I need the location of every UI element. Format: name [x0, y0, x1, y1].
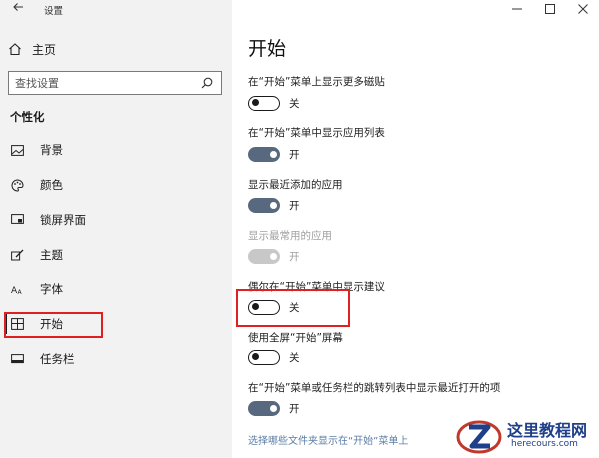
search-input[interactable]	[15, 76, 185, 90]
toggle-knob	[269, 404, 277, 412]
app-title: 设置	[44, 6, 64, 17]
setting-label: 显示最常用的应用	[248, 230, 332, 242]
sidebar-item-label: 颜色	[40, 178, 63, 192]
brush-icon	[10, 248, 24, 262]
setting-toggle-row[interactable]: 关	[248, 348, 300, 366]
home-icon	[9, 43, 21, 56]
window-controls	[499, 0, 599, 20]
setting-toggle-row[interactable]: 开	[248, 399, 300, 417]
toggle-state: 关	[289, 97, 300, 110]
minimize-button[interactable]	[500, 0, 533, 18]
minimize-icon	[511, 8, 522, 10]
toggle-knob	[269, 252, 277, 260]
toggle-switch[interactable]	[248, 400, 280, 416]
sidebar-item-label: 任务栏	[40, 352, 75, 366]
toggle-knob	[269, 201, 277, 209]
page-title: 开始	[248, 38, 287, 60]
toggle-knob	[252, 353, 259, 360]
toggle-switch[interactable]	[248, 95, 280, 111]
setting-label: 在“开始”菜单上显示更多磁贴	[248, 76, 385, 88]
watermark: 这里教程网 herecours.com	[455, 414, 599, 458]
highlight-box-suggestions	[236, 289, 350, 327]
titlebar-left: 设置	[0, 0, 232, 20]
highlight-box-start	[4, 312, 103, 338]
setting-toggle-row[interactable]: 开	[248, 196, 300, 214]
toggle-state: 开	[289, 199, 300, 212]
font-icon: AA	[10, 282, 24, 296]
svg-text:A: A	[17, 289, 22, 295]
toggle-switch[interactable]	[248, 197, 280, 213]
toggle-knob	[252, 99, 259, 106]
toggle-state: 开	[289, 250, 300, 263]
palette-icon	[10, 178, 24, 192]
nav-home-label: 主页	[32, 42, 57, 57]
setting-label: 显示最近添加的应用	[248, 179, 343, 191]
close-icon	[577, 4, 588, 14]
search-icon[interactable]	[201, 77, 213, 89]
back-arrow-icon	[13, 3, 23, 11]
picture-icon	[10, 143, 24, 157]
sidebar-item-colors[interactable]: 颜色	[6, 172, 216, 198]
sidebar-item-label: 主题	[40, 248, 63, 262]
setting-label: 在“开始”菜单中显示应用列表	[248, 127, 385, 139]
toggle-state: 开	[289, 402, 300, 415]
sidebar-item-label: 字体	[40, 282, 63, 296]
sidebar-item-lock-screen[interactable]: 锁屏界面	[6, 207, 216, 233]
maximize-icon	[544, 4, 555, 14]
sidebar-item-fonts[interactable]: AA 字体	[6, 276, 216, 302]
setting-toggle-row[interactable]: 开	[248, 145, 300, 163]
toggle-switch	[248, 248, 280, 264]
sidebar-item-themes[interactable]: 主题	[6, 242, 216, 268]
lock-screen-icon	[10, 213, 24, 227]
sidebar-item-taskbar[interactable]: 任务栏	[6, 346, 216, 372]
toggle-state: 开	[289, 148, 300, 161]
taskbar-icon	[10, 352, 24, 366]
section-title: 个性化	[10, 110, 45, 124]
setting-label: 使用全屏“开始”屏幕	[248, 332, 343, 344]
toggle-knob	[269, 150, 277, 158]
sidebar-item-label: 锁屏界面	[40, 213, 86, 227]
setting-label: 在“开始”菜单或任务栏的跳转列表中显示最近打开的项	[248, 382, 501, 394]
sidebar-item-label: 背景	[40, 143, 63, 157]
nav-home[interactable]: 主页	[8, 38, 208, 60]
maximize-button[interactable]	[533, 0, 566, 18]
setting-toggle-row: 开	[248, 247, 300, 265]
watermark-title: 这里教程网	[507, 421, 588, 440]
watermark-logo-icon	[456, 420, 502, 454]
close-button[interactable]	[566, 0, 599, 18]
choose-folders-link[interactable]: 选择哪些文件夹显示在“开始”菜单上	[248, 432, 408, 447]
toggle-switch[interactable]	[248, 349, 280, 365]
toggle-switch[interactable]	[248, 146, 280, 162]
toggle-state: 关	[289, 351, 300, 364]
setting-toggle-row[interactable]: 关	[248, 94, 300, 112]
sidebar: 设置 主页 个性化 背景 颜色 锁屏界面	[0, 0, 232, 458]
sidebar-item-background[interactable]: 背景	[6, 137, 216, 163]
back-button[interactable]	[10, 1, 26, 17]
watermark-url: herecours.com	[511, 439, 578, 449]
main-panel: 开始 在“开始”菜单上显示更多磁贴 关 在“开始”菜单中显示应用列表 开 显示最…	[232, 0, 599, 458]
search-box[interactable]	[8, 71, 222, 95]
